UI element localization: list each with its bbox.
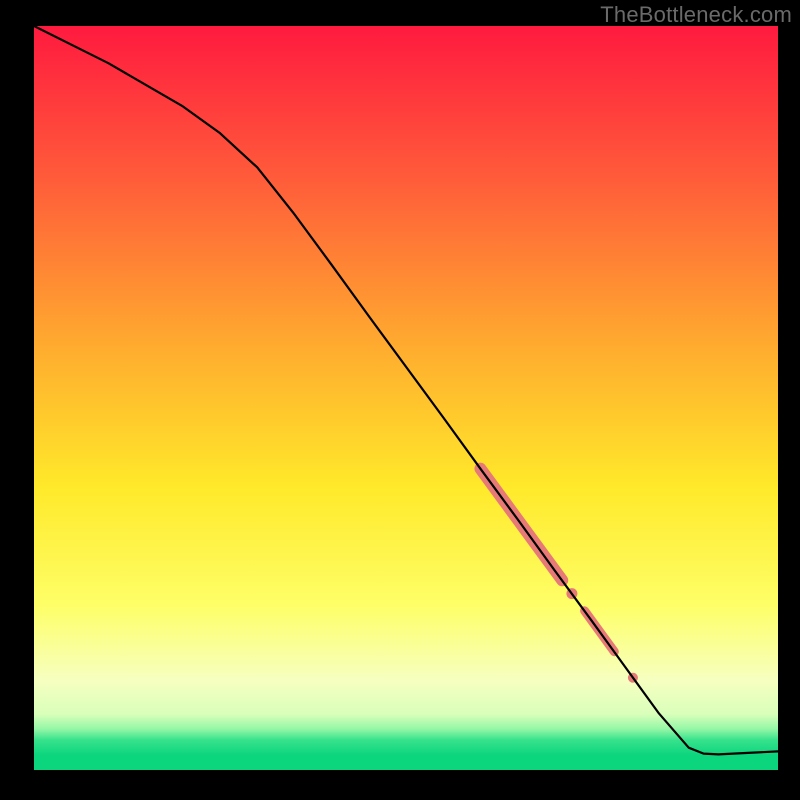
chart-frame: TheBottleneck.com [0,0,800,800]
chart-canvas [0,0,800,800]
plot-background [34,26,778,770]
watermark-text: TheBottleneck.com [600,2,792,28]
